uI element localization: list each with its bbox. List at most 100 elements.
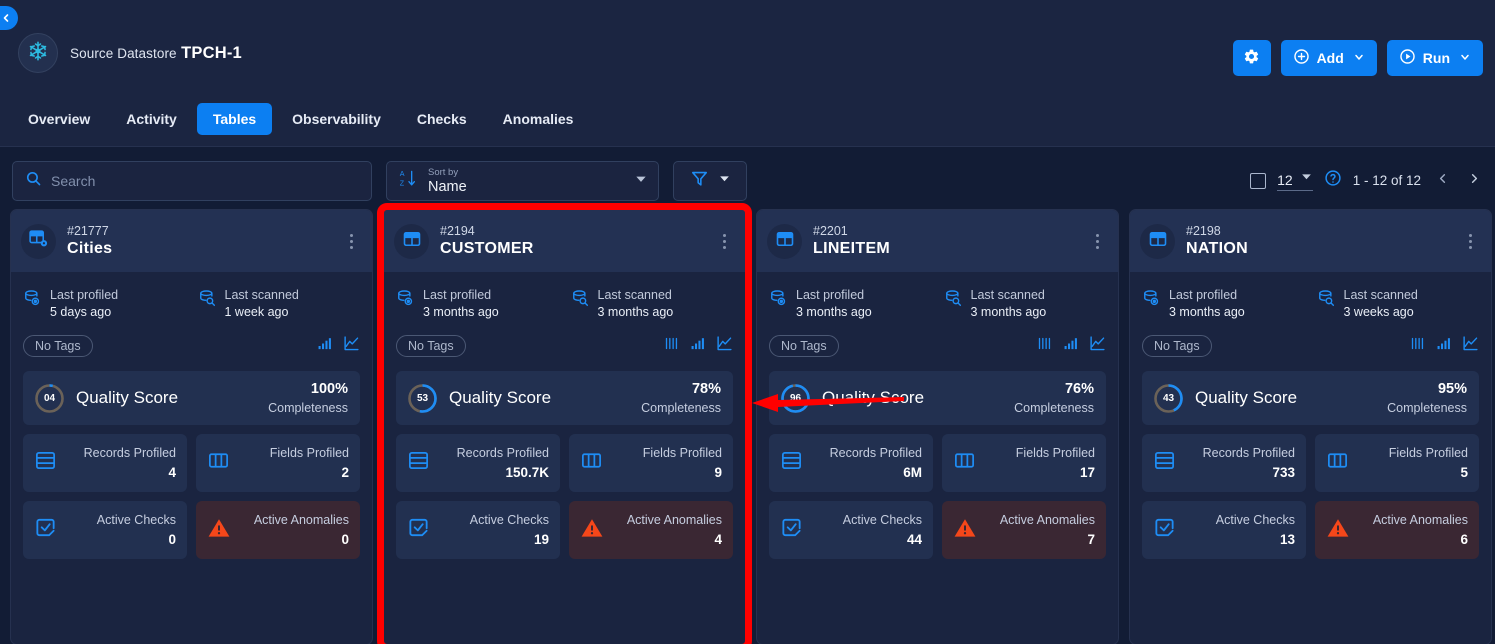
header-actions: Add Run: [1232, 40, 1483, 76]
table-card[interactable]: #2198 NATION Last profiled 3 months ago …: [1129, 209, 1492, 644]
quality-score-panel[interactable]: 96 Quality Score 76% Completeness: [769, 371, 1106, 425]
tab-overview[interactable]: Overview: [12, 103, 106, 135]
table-card[interactable]: #21777 Cities Last profiled 5 days ago L…: [10, 209, 373, 644]
bar-chart-icon[interactable]: [317, 336, 332, 356]
stat-text: Fields Profiled 17: [986, 447, 1095, 479]
plus-circle-icon: [1293, 48, 1310, 68]
pagination-range: 1 - 12 of 12: [1352, 173, 1421, 188]
line-chart-icon[interactable]: [1462, 335, 1479, 357]
completeness-value: 95%: [1437, 381, 1467, 397]
records-icon: [34, 449, 57, 477]
gear-icon: [1243, 48, 1260, 68]
settings-button[interactable]: [1232, 40, 1271, 76]
search-input[interactable]: [51, 173, 359, 189]
last-profiled-label: Last profiled: [423, 288, 492, 302]
help-circle-icon[interactable]: [1324, 169, 1342, 192]
quality-score-value: 43: [1162, 392, 1175, 404]
check-square-icon: [34, 516, 57, 544]
line-chart-icon[interactable]: [716, 335, 733, 357]
tags-badge[interactable]: No Tags: [1142, 335, 1212, 357]
stat-value: 7: [1087, 531, 1095, 547]
stat-text: Fields Profiled 9: [613, 447, 722, 479]
quality-score-panel[interactable]: 53 Quality Score 78% Completeness: [396, 371, 733, 425]
line-chart-icon[interactable]: [343, 335, 360, 357]
search-box[interactable]: [12, 161, 372, 201]
stat-tile[interactable]: Records Profiled 733: [1142, 434, 1306, 492]
line-chart-icon[interactable]: [1089, 335, 1106, 357]
histogram-icon[interactable]: [1410, 336, 1425, 356]
stat-tile[interactable]: Active Checks 13: [1142, 501, 1306, 559]
stat-text: Active Anomalies 6: [1360, 514, 1468, 546]
stat-value: 4: [714, 531, 722, 547]
stat-tile[interactable]: Active Anomalies 7: [942, 501, 1106, 559]
stat-tile[interactable]: Fields Profiled 9: [569, 434, 733, 492]
card-menu-button[interactable]: [715, 230, 733, 252]
svg-text:Z: Z: [400, 180, 405, 188]
table-card[interactable]: #2194 CUSTOMER Last profiled 3 months ag…: [377, 203, 752, 644]
stat-tile[interactable]: Records Profiled 150.7K: [396, 434, 560, 492]
card-menu-button[interactable]: [342, 230, 360, 252]
database-search-icon: [198, 289, 217, 313]
pagination-prev-button[interactable]: [1432, 169, 1453, 192]
stat-tile[interactable]: Active Anomalies 4: [569, 501, 733, 559]
add-button[interactable]: Add: [1280, 40, 1377, 76]
quality-score-panel[interactable]: 04 Quality Score 100% Completeness: [23, 371, 360, 425]
sidebar-collapse-button[interactable]: [0, 6, 18, 30]
card-meta-row: Last profiled 3 months ago Last scanned …: [384, 272, 745, 318]
last-scanned-meta: Last scanned 3 months ago: [944, 289, 1107, 318]
tab-anomalies[interactable]: Anomalies: [487, 103, 590, 135]
quality-score-donut: 96: [780, 383, 811, 414]
quality-score-panel[interactable]: 43 Quality Score 95% Completeness: [1142, 371, 1479, 425]
histogram-icon[interactable]: [1037, 336, 1052, 356]
stat-tile[interactable]: Active Anomalies 0: [196, 501, 360, 559]
stat-tile[interactable]: Active Checks 44: [769, 501, 933, 559]
stat-label: Active Checks: [469, 513, 549, 527]
stat-value: 733: [1272, 464, 1295, 480]
tab-observability[interactable]: Observability: [276, 103, 397, 135]
pagination-next-button[interactable]: [1464, 169, 1485, 192]
stat-tile[interactable]: Records Profiled 4: [23, 434, 187, 492]
filter-button[interactable]: [673, 161, 747, 201]
stat-tile[interactable]: Active Checks 19: [396, 501, 560, 559]
histogram-icon[interactable]: [664, 336, 679, 356]
tab-activity[interactable]: Activity: [110, 103, 193, 135]
stat-tile[interactable]: Active Anomalies 6: [1315, 501, 1479, 559]
run-button[interactable]: Run: [1386, 40, 1483, 76]
card-stat-grid: Records Profiled 733 Fields Profiled 5 A…: [1142, 434, 1479, 559]
stat-tile[interactable]: Active Checks 0: [23, 501, 187, 559]
card-menu-button[interactable]: [1461, 230, 1479, 252]
last-profiled-label: Last profiled: [1169, 288, 1238, 302]
last-scanned-label: Last scanned: [1343, 288, 1418, 302]
last-scanned-label: Last scanned: [224, 288, 299, 302]
stat-tile[interactable]: Fields Profiled 17: [942, 434, 1106, 492]
tags-badge[interactable]: No Tags: [396, 335, 466, 357]
tab-label: Activity: [126, 111, 177, 127]
stat-text: Records Profiled 733: [1186, 447, 1295, 479]
play-circle-icon: [1399, 48, 1416, 68]
last-scanned-label: Last scanned: [597, 288, 672, 302]
last-profiled-value: 3 months ago: [423, 304, 499, 319]
records-icon: [407, 449, 430, 477]
tags-badge[interactable]: No Tags: [23, 335, 93, 357]
bar-chart-icon[interactable]: [690, 336, 705, 356]
stat-tile[interactable]: Fields Profiled 2: [196, 434, 360, 492]
page-size-select[interactable]: 12: [1277, 170, 1313, 191]
tab-tables[interactable]: Tables: [196, 103, 273, 135]
stat-tile[interactable]: Fields Profiled 5: [1315, 434, 1479, 492]
quality-score-value: 04: [43, 392, 56, 404]
sort-select[interactable]: A Z Sort by Name: [386, 161, 659, 201]
bar-chart-icon[interactable]: [1063, 336, 1078, 356]
check-square-icon: [1153, 516, 1176, 544]
last-scanned-value: 1 week ago: [224, 304, 289, 319]
chevron-down-icon[interactable]: [718, 172, 731, 190]
bar-chart-icon[interactable]: [1436, 336, 1451, 356]
chevron-down-icon[interactable]: [634, 172, 648, 191]
tab-checks[interactable]: Checks: [401, 103, 483, 135]
tags-badge[interactable]: No Tags: [769, 335, 839, 357]
select-all-checkbox[interactable]: [1250, 172, 1267, 189]
table-card[interactable]: #2201 LINEITEM Last profiled 3 months ag…: [756, 209, 1119, 644]
stat-label: Active Anomalies: [999, 513, 1095, 527]
stat-tile[interactable]: Records Profiled 6M: [769, 434, 933, 492]
sort-by-label: Sort by: [428, 166, 459, 178]
card-menu-button[interactable]: [1088, 230, 1106, 252]
